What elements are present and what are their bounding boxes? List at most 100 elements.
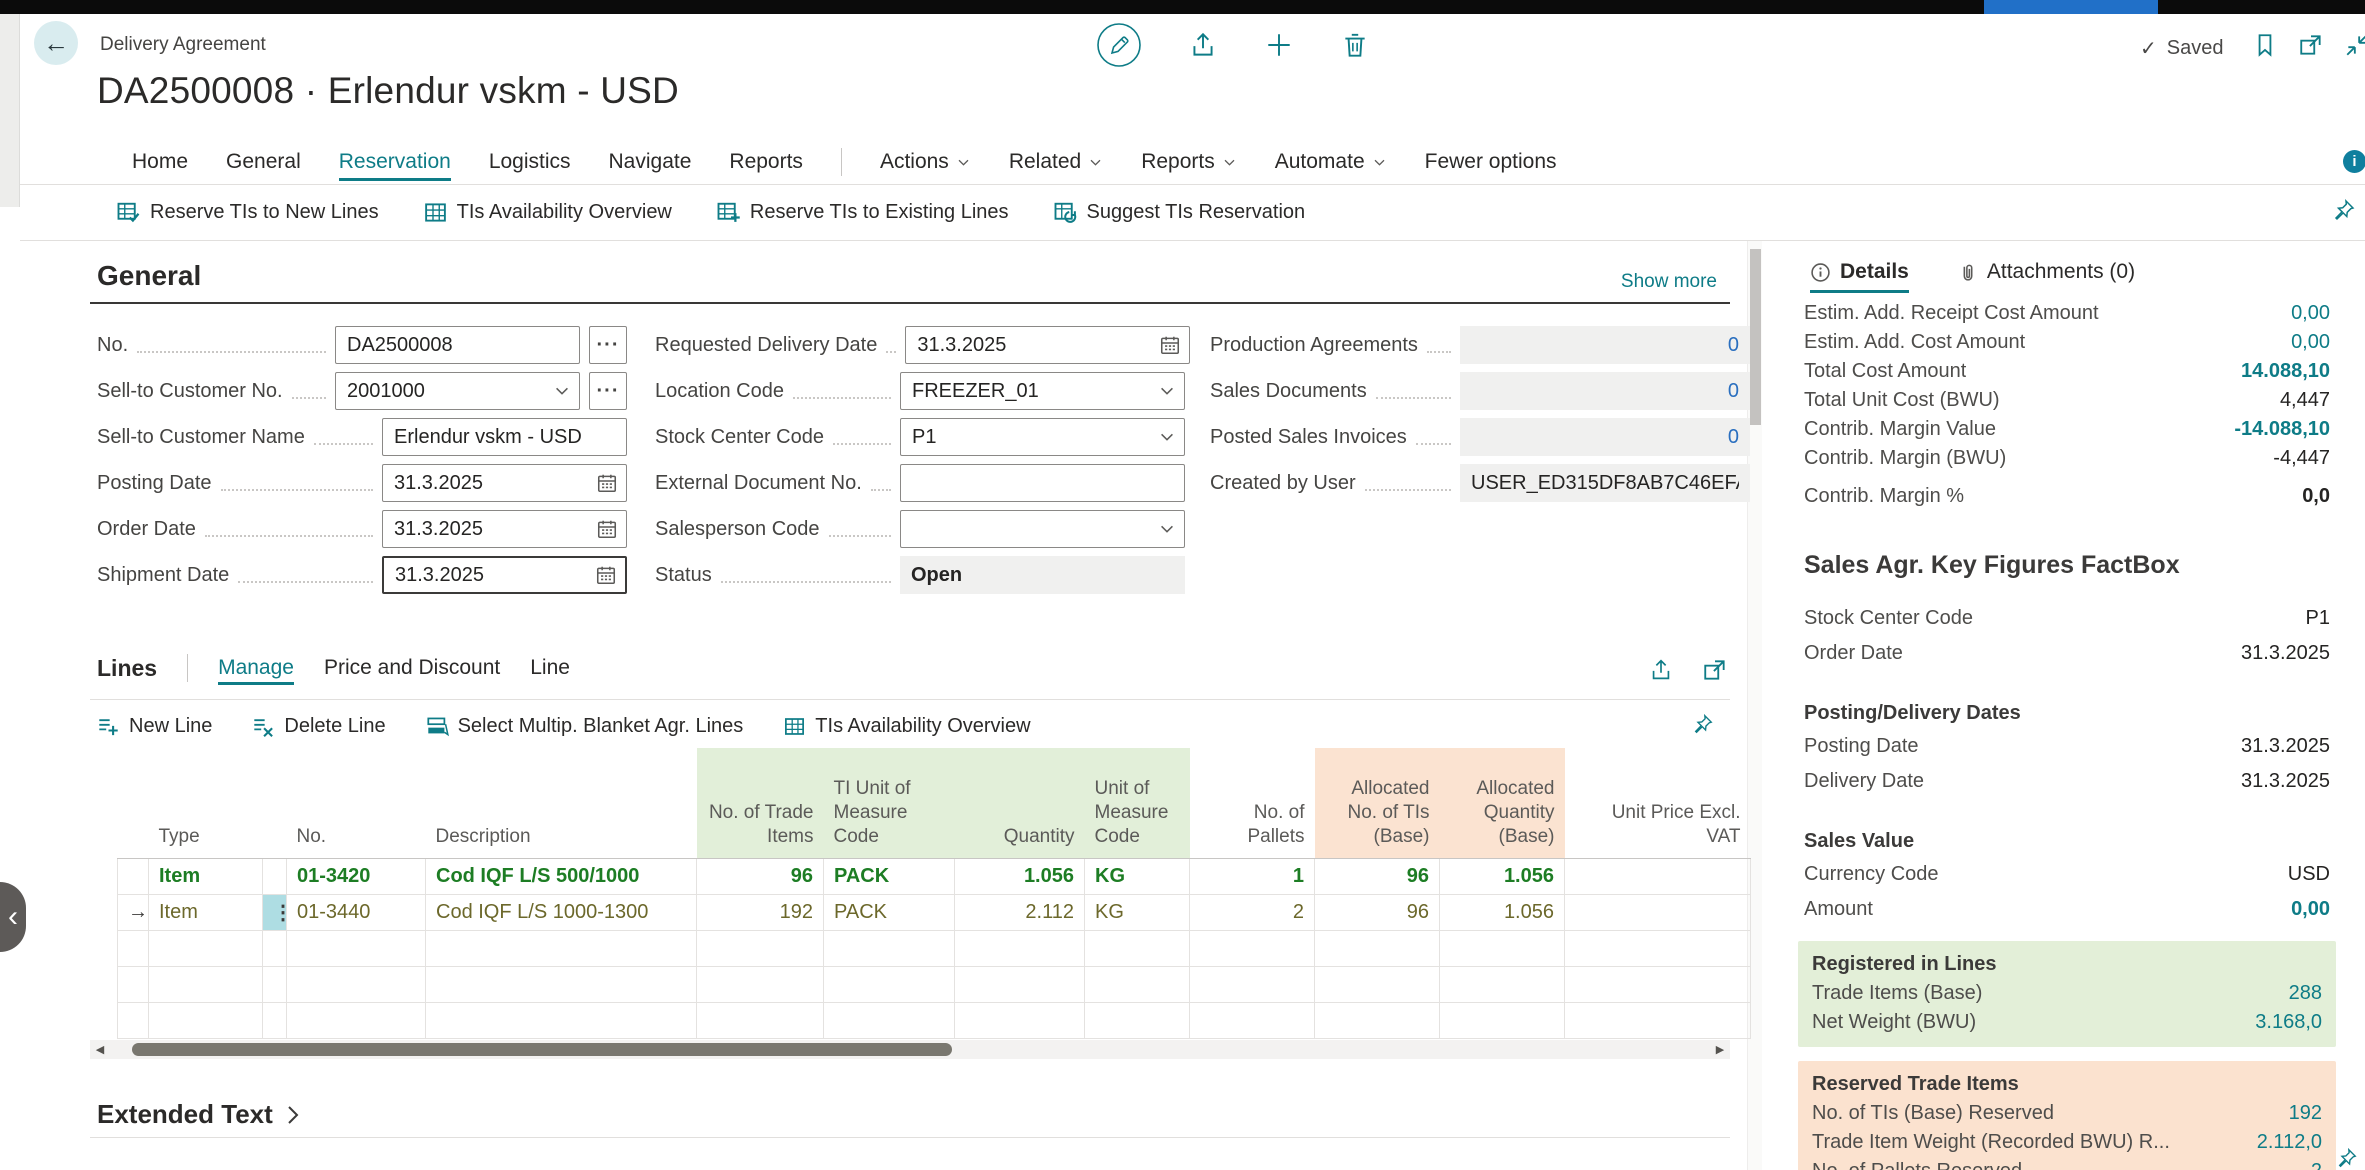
panel-row-value[interactable]: 3.168,0 [2255,1011,2322,1034]
cell-alloc_tis[interactable]: 96 [1315,894,1440,930]
tab-general[interactable]: General [226,140,301,184]
share-icon[interactable] [1648,657,1674,683]
calendar-icon[interactable] [595,564,617,586]
panel-row-value[interactable]: 192 [2289,1102,2322,1125]
column-header-unit-of-measure-code[interactable]: Unit of Measure Code [1085,748,1190,858]
action-reserve-tis-to-existing-lines[interactable]: Reserve TIs to Existing Lines [716,200,1009,225]
open-in-new-icon[interactable] [1702,657,1728,683]
cell-quantity[interactable]: 2.112 [955,894,1085,930]
cell-ti_uom[interactable]: PACK [824,858,955,894]
horizontal-scroll-track[interactable] [110,1040,1710,1059]
bookmark-icon[interactable] [2252,32,2278,58]
tab-navigate[interactable]: Navigate [609,140,692,184]
factbox-tab-attachments-0[interactable]: Attachments (0) [1957,255,2135,289]
field-posting-date[interactable]: 31.3.2025 [382,464,627,502]
field-value[interactable]: 0 [1471,334,1739,357]
panel-row-value[interactable]: 0,00 [2291,898,2330,921]
info-badge-icon[interactable]: i [2343,150,2365,173]
row-menu-cell[interactable] [263,858,287,894]
lines-tab-price-and-discount[interactable]: Price and Discount [324,647,500,689]
current-row-arrow-icon[interactable]: → [118,894,149,930]
panel-row-value[interactable]: 0,00 [2291,302,2330,325]
delete-button[interactable] [1340,30,1370,60]
tab-reports[interactable]: Reports [729,140,803,184]
cell-unit_price[interactable] [1565,858,1751,894]
action-suggest-tis-reservation[interactable]: Suggest TIs Reservation [1053,200,1306,225]
cell-unit_price[interactable] [1565,894,1751,930]
show-more-link[interactable]: Show more [1621,271,1717,293]
field-value[interactable]: 0 [1471,380,1739,403]
field-shipment-date[interactable]: 31.3.2025 [382,556,627,594]
panel-row-value[interactable]: 14.088,10 [2241,360,2330,383]
row-menu-cell[interactable]: ⋮ [263,894,287,930]
cell-trade_items[interactable]: 192 [697,894,824,930]
cell-quantity[interactable]: 1.056 [955,858,1085,894]
field-external-document-no[interactable] [900,464,1185,502]
chevron-down-icon[interactable] [1158,428,1176,446]
tab-fewer-options[interactable]: Fewer options [1425,140,1557,184]
field-order-date[interactable]: 31.3.2025 [382,510,627,548]
field-salesperson-code[interactable] [900,510,1185,548]
back-button[interactable]: ← [34,21,78,65]
column-header-no-of-pallets[interactable]: No. of Pallets [1190,748,1315,858]
column-header-type[interactable]: Type [149,748,263,858]
field-no[interactable]: DA2500008 [335,326,580,364]
column-header-no[interactable]: No. [287,748,426,858]
field-sell-to-customer-name[interactable]: Erlendur vskm - USD [382,418,627,456]
tab-reports[interactable]: Reports [1141,140,1237,184]
popout-icon[interactable] [2298,32,2324,58]
column-header-description[interactable]: Description [426,748,697,858]
calendar-icon[interactable] [1159,334,1181,356]
general-section-heading[interactable]: General [97,260,201,292]
action-tis-availability-overview[interactable]: TIs Availability Overview [423,200,672,225]
action-delete-line[interactable]: Delete Line [252,715,385,738]
horizontal-scrollbar[interactable]: ◀ ▶ [90,1040,1730,1059]
column-header-no-of-trade-items[interactable]: No. of Trade Items [697,748,824,858]
row-selector-cell[interactable] [118,858,149,894]
field-stock-center-code[interactable]: P1 [900,418,1185,456]
action-tis-availability-overview[interactable]: TIs Availability Overview [783,715,1030,738]
cell-pallets[interactable]: 2 [1190,894,1315,930]
pin-icon[interactable] [1692,713,1714,735]
pin-icon[interactable] [2336,1147,2358,1169]
assist-edit-button[interactable]: ··· [589,372,627,410]
tab-actions[interactable]: Actions [880,140,971,184]
scroll-right-arrow-icon[interactable]: ▶ [1710,1043,1730,1056]
cell-description[interactable]: Cod IQF L/S 500/1000 [426,858,697,894]
tab-logistics[interactable]: Logistics [489,140,571,184]
field-posted-sales-invoices[interactable]: 0 [1460,418,1750,456]
cell-no[interactable]: 01-3440 [287,894,426,930]
action-reserve-tis-to-new-lines[interactable]: Reserve TIs to New Lines [116,200,379,225]
assist-edit-button[interactable]: ··· [589,326,627,364]
panel-row-value[interactable]: 2 [2311,1160,2322,1170]
collapse-icon[interactable] [2344,32,2365,58]
cell-uom[interactable]: KG [1085,858,1190,894]
column-header-allocated-quantity-base[interactable]: Allocated Quantity (Base) [1440,748,1565,858]
calendar-icon[interactable] [596,518,618,540]
panel-row-value[interactable]: 0,00 [2291,331,2330,354]
cell-alloc_qty[interactable]: 1.056 [1440,858,1565,894]
column-header-allocated-no-of-tis-base[interactable]: Allocated No. of TIs (Base) [1315,748,1440,858]
chevron-down-icon[interactable] [1158,382,1176,400]
field-requested-delivery-date[interactable]: 31.3.2025 [905,326,1190,364]
field-sell-to-customer-no[interactable]: 2001000 [335,372,580,410]
cell-description[interactable]: Cod IQF L/S 1000-1300 [426,894,697,930]
tab-related[interactable]: Related [1009,140,1103,184]
panel-row-value[interactable]: 288 [2289,982,2322,1005]
cell-type[interactable]: Item [149,894,263,930]
factbox-tab-details[interactable]: Details [1810,255,1909,289]
extended-text-heading[interactable]: Extended Text [97,1099,301,1130]
tab-reservation[interactable]: Reservation [339,140,451,184]
scroll-left-arrow-icon[interactable]: ◀ [90,1043,110,1056]
share-button[interactable] [1188,30,1218,60]
edit-button[interactable] [1096,22,1142,68]
field-production-agreements[interactable]: 0 [1460,326,1750,364]
cell-no[interactable]: 01-3420 [287,858,426,894]
pin-icon[interactable] [2332,198,2356,222]
lines-tab-line[interactable]: Line [530,647,570,689]
chevron-down-icon[interactable] [1158,520,1176,538]
cell-alloc_qty[interactable]: 1.056 [1440,894,1565,930]
new-button[interactable] [1264,30,1294,60]
column-header-unit-price-excl-vat[interactable]: Unit Price Excl. VAT [1565,748,1751,858]
column-header-ti-unit-of-measure-code[interactable]: TI Unit of Measure Code [824,748,955,858]
